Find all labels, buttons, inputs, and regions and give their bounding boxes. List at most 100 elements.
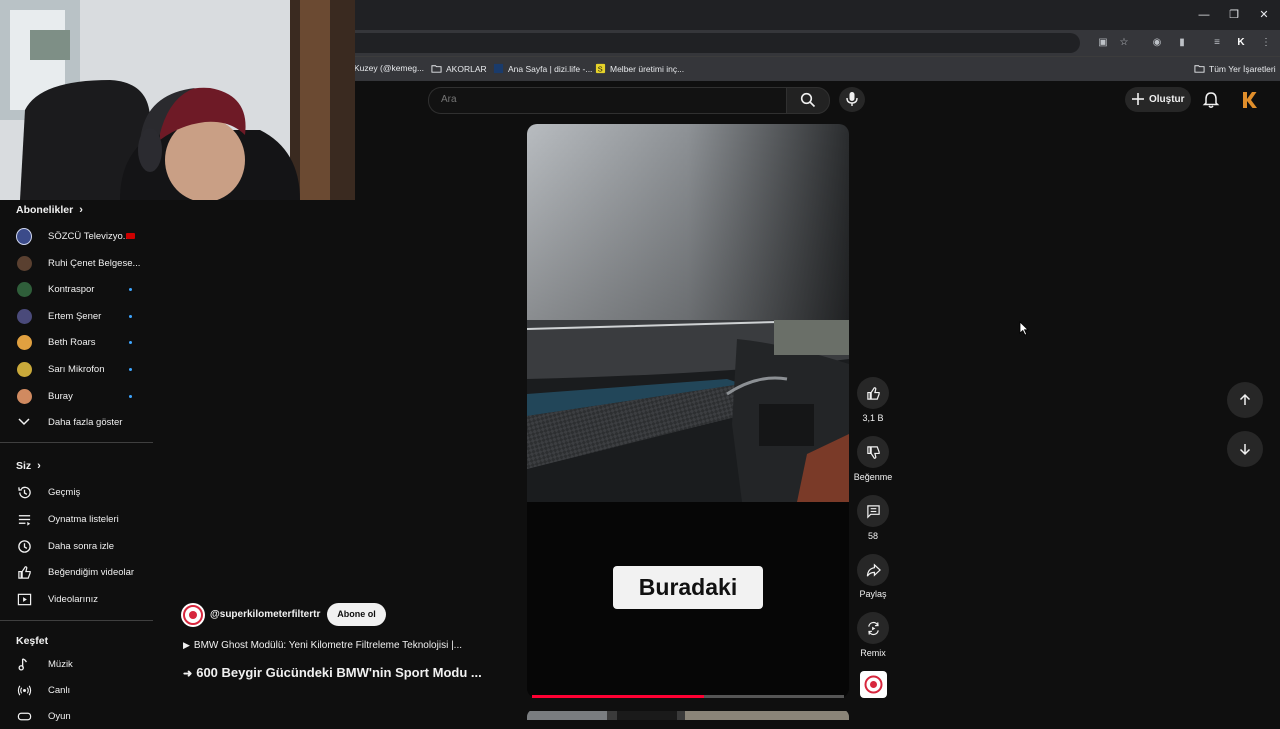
playlists-icon [18, 514, 30, 526]
webcam-overlay [0, 0, 355, 200]
folder-icon [431, 65, 442, 73]
subscribe-button[interactable]: Abone ol [327, 603, 386, 626]
previous-short-button[interactable] [1227, 382, 1263, 418]
account-avatar-icon[interactable] [1240, 90, 1258, 110]
short-video-player[interactable] [527, 124, 849, 698]
sidebar-item-liked-videos[interactable]: Beğendiğim videolar [0, 559, 150, 585]
sidebar-divider [0, 442, 153, 443]
sidebar-item-ertem-sener[interactable]: Ertem Şener [0, 303, 150, 329]
live-broadcast-icon [17, 685, 31, 695]
bookmark-label: Tüm Yer İşaretleri [1209, 63, 1276, 74]
bookmark-item[interactable]: Kuzey (@kemeg... [354, 63, 424, 73]
menu-kebab-icon[interactable]: ⋮ [1259, 36, 1273, 50]
comment-count: 58 [867, 531, 878, 541]
comment-icon [866, 504, 880, 519]
channel-avatar [16, 388, 32, 404]
search-input[interactable] [439, 93, 773, 106]
share-label: Paylaş [859, 589, 887, 599]
arrow-down-icon [1239, 444, 1251, 456]
live-icon [126, 233, 135, 239]
voice-search-button[interactable] [839, 87, 865, 112]
sidebar-item-label: Sarı Mikrofon [48, 363, 105, 375]
extension-h-icon[interactable]: ◉ [1150, 36, 1164, 50]
clock-icon [17, 539, 31, 553]
sidebar-item-label: SÖZCÜ Televizyo... [48, 230, 131, 242]
short-title-text: 600 Beygir Gücündeki BMW'nin Sport Modu … [196, 665, 482, 680]
sidebar-item-ruhi-cenet[interactable]: Ruhi Çenet Belgese... [0, 250, 150, 276]
sidebar-item-gaming[interactable]: Oyun [0, 703, 150, 729]
search-icon [800, 92, 816, 108]
subscriptions-header[interactable]: Abonelikler › [16, 204, 83, 216]
new-content-dot [129, 287, 132, 291]
search-button[interactable] [786, 87, 830, 114]
create-button[interactable]: Oluştur [1125, 87, 1191, 112]
mouse-cursor-icon [1019, 321, 1029, 336]
close-icon[interactable]: ✕ [1257, 8, 1271, 22]
like-count: 3,1 B [862, 413, 884, 423]
site-favicon-icon [493, 63, 504, 74]
channel-avatar [16, 334, 32, 350]
next-short-button[interactable] [1227, 431, 1263, 467]
dislike-label: Beğenme [853, 472, 893, 482]
remix-label: Remix [860, 648, 886, 658]
show-more-button[interactable]: Daha fazla göster [0, 409, 150, 435]
history-icon [17, 486, 31, 498]
like-button[interactable] [857, 377, 889, 409]
subscriptions-title: Abonelikler [16, 204, 74, 216]
bookmark-item[interactable]: Ana Sayfa | dizi.life -... [493, 63, 592, 74]
sidebar-item-sari-mikrofon[interactable]: Sarı Mikrofon [0, 356, 150, 382]
bookmark-folder[interactable]: AKORLAR [431, 63, 487, 74]
profile-k-icon[interactable]: K [1234, 36, 1248, 50]
next-short-thumbnail[interactable] [527, 709, 849, 720]
you-header[interactable]: Siz › [16, 460, 41, 472]
new-content-dot [129, 314, 132, 318]
dislike-button[interactable] [857, 436, 889, 468]
sidebar-item-live[interactable]: Canlı [0, 677, 150, 703]
sidebar-item-history[interactable]: Geçmiş [0, 479, 150, 505]
sound-channel-thumbnail[interactable] [860, 671, 887, 698]
sidebar-item-label: Geçmiş [48, 486, 81, 498]
chevron-down-icon [18, 418, 30, 426]
share-icon [866, 562, 881, 577]
sidebar-item-kontraspor[interactable]: Kontraspor [0, 276, 150, 302]
notifications-bell-icon[interactable] [1202, 91, 1220, 109]
bookmark-item[interactable]: S Melber üretimi inç... [595, 63, 684, 74]
media-control-icon[interactable]: ≡ [1210, 36, 1224, 50]
extensions-icon[interactable]: ▮ [1175, 36, 1189, 50]
playlist-title: BMW Ghost Modülü: Yeni Kilometre Filtrel… [193, 640, 462, 651]
sidebar-item-buray[interactable]: Buray [0, 383, 150, 409]
share-button[interactable] [857, 554, 889, 586]
bookmark-label: Kuzey (@kemeg... [354, 63, 425, 73]
sidebar-item-music[interactable]: Müzik [0, 651, 150, 677]
channel-name[interactable]: @superkilometerfiltertr [210, 609, 320, 620]
short-title[interactable]: ➜ 600 Beygir Gücündeki BMW'nin Sport Modu… [183, 665, 482, 680]
channel-avatar [16, 281, 32, 297]
minimize-icon[interactable]: — [1197, 8, 1211, 22]
url-field[interactable] [300, 33, 1080, 53]
you-title: Siz [16, 460, 32, 472]
install-app-icon[interactable]: ▣ [1096, 36, 1110, 50]
chevron-right-icon: › [37, 460, 41, 472]
explore-header: Keşfet [16, 635, 48, 647]
remix-button[interactable] [857, 612, 889, 644]
sidebar-item-label: Videolarınız [48, 593, 98, 605]
playlist-link[interactable]: ▶ BMW Ghost Modülü: Yeni Kilometre Filtre… [183, 640, 462, 651]
sidebar-item-your-videos[interactable]: Videolarınız [0, 586, 150, 612]
channel-avatar [16, 227, 32, 245]
sidebar-item-label: Daha sonra izle [48, 540, 115, 552]
sidebar-item-playlists[interactable]: Oynatma listeleri [0, 506, 150, 532]
gamepad-icon [17, 712, 31, 720]
sidebar-item-sozcu[interactable]: SÖZCÜ Televizyo... [0, 223, 150, 249]
sidebar-item-watch-later[interactable]: Daha sonra izle [0, 533, 150, 559]
sidebar-item-beth-roars[interactable]: Beth Roars [0, 329, 150, 355]
restore-icon[interactable]: ❐ [1227, 8, 1241, 22]
bookmark-label: Melber üretimi inç... [610, 63, 685, 74]
sidebar-item-label: Beğendiğim videolar [48, 566, 135, 578]
bookmark-star-icon[interactable]: ☆ [1117, 36, 1131, 50]
channel-avatar[interactable] [181, 603, 205, 627]
new-content-dot [129, 367, 132, 371]
comments-button[interactable] [857, 495, 889, 527]
all-bookmarks-folder[interactable]: Tüm Yer İşaretleri [1194, 63, 1276, 74]
next-short-image [527, 711, 849, 720]
remix-icon [867, 621, 879, 635]
